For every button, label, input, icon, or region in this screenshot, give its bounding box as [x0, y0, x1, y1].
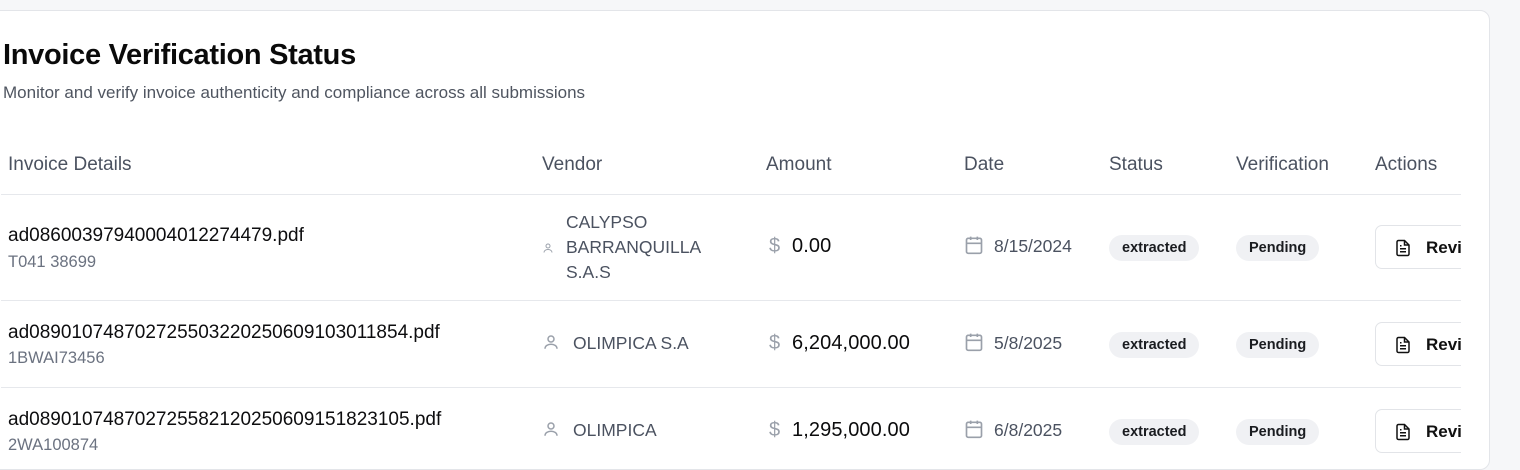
invoice-date: 5/8/2025 [994, 333, 1063, 353]
invoice-date: 8/15/2024 [994, 236, 1072, 256]
review-button-label: Review [1426, 335, 1461, 354]
review-button[interactable]: Review [1375, 409, 1461, 453]
review-button-label: Review [1426, 238, 1461, 257]
review-button[interactable]: Review [1375, 225, 1461, 269]
table-row[interactable]: ad089010748702725582120250609151823105.p… [1, 388, 1461, 469]
invoice-amount: 1,295,000.00 [792, 419, 910, 441]
header-amount: Amount [766, 154, 832, 175]
review-button[interactable]: Review [1375, 322, 1461, 366]
header-invoice-details: Invoice Details [8, 154, 132, 175]
invoice-date: 6/8/2025 [994, 420, 1063, 440]
invoice-amount: 6,204,000.00 [792, 332, 910, 354]
calendar-icon [964, 419, 984, 444]
page-title: Invoice Verification Status [3, 39, 356, 71]
header-actions: Actions [1375, 154, 1438, 175]
invoice-number: T041 38699 [8, 253, 97, 271]
dollar-sign-icon: $ [769, 332, 781, 354]
document-icon [1394, 238, 1412, 263]
invoice-table: Invoice Details Vendor Amount Date Statu… [1, 136, 1461, 469]
user-icon [542, 241, 554, 259]
invoice-filename[interactable]: ad089010748702725582120250609151823105.p… [8, 409, 441, 431]
review-button-label: Review [1426, 422, 1461, 441]
document-icon [1394, 335, 1412, 360]
user-icon [542, 333, 560, 356]
user-icon [542, 420, 560, 443]
calendar-icon [964, 332, 984, 357]
verification-badge: Pending [1236, 419, 1320, 445]
header-vendor: Vendor [542, 154, 603, 175]
invoice-filename[interactable]: ad089010748702725503220250609103011854.p… [8, 322, 440, 344]
vendor-name: OLIMPICA S.A [573, 333, 689, 353]
vendor-name: CALYPSO BARRANQUILLA S.A.S [566, 212, 702, 282]
table-row[interactable]: ad08600397940004012274479.pdf T041 38699… [1, 195, 1461, 301]
document-icon [1394, 422, 1412, 447]
header-verification: Verification [1236, 154, 1329, 175]
invoice-number: 1BWAI73456 [8, 349, 105, 367]
dollar-sign-icon: $ [769, 419, 781, 441]
verification-badge: Pending [1236, 235, 1320, 261]
dollar-sign-icon: $ [769, 235, 781, 257]
invoice-filename[interactable]: ad08600397940004012274479.pdf [8, 225, 304, 247]
table-row[interactable]: ad089010748702725503220250609103011854.p… [1, 301, 1461, 388]
status-badge: extracted [1109, 235, 1200, 261]
header-date: Date [964, 154, 1005, 175]
header-status: Status [1109, 154, 1163, 175]
invoice-amount: 0.00 [792, 235, 832, 257]
invoice-card: Invoice Verification Status Monitor and … [0, 10, 1490, 470]
vendor-name: OLIMPICA [573, 420, 657, 440]
page-subtitle: Monitor and verify invoice authenticity … [3, 83, 586, 102]
status-badge: extracted [1109, 332, 1200, 358]
calendar-icon [964, 235, 984, 260]
verification-badge: Pending [1236, 332, 1320, 358]
status-badge: extracted [1109, 419, 1200, 445]
